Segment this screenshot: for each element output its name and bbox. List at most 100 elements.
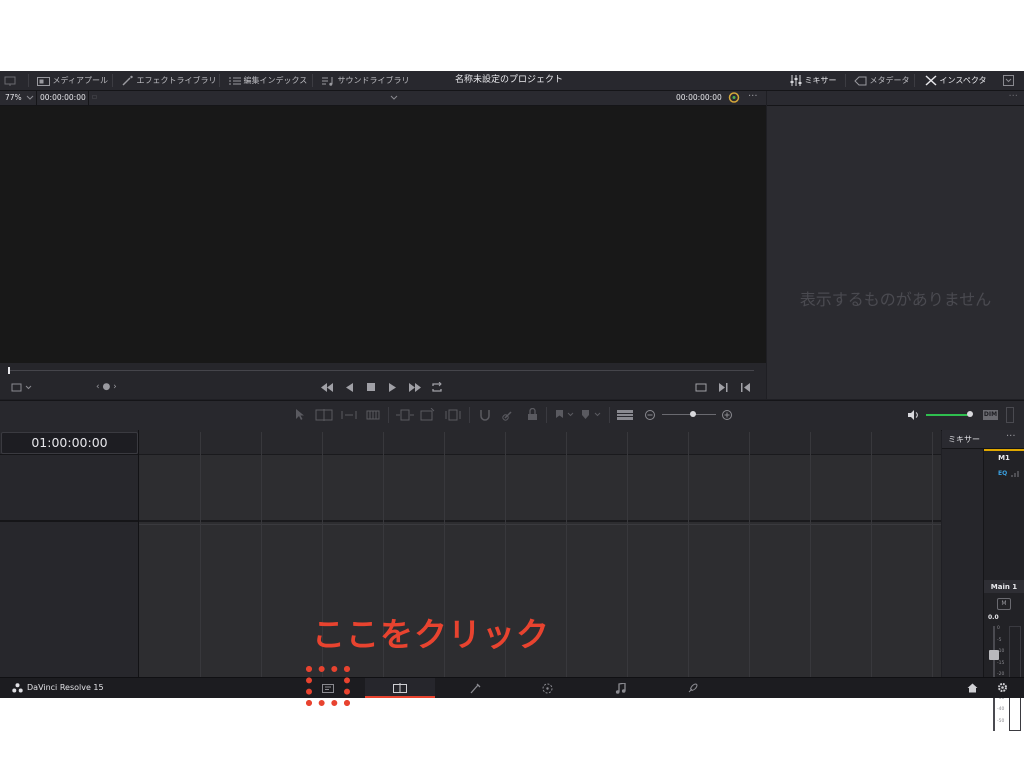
zoom-slider-thumb[interactable] (690, 411, 696, 417)
viewer-options-icon[interactable]: ··· (748, 91, 758, 102)
volume-slider-track[interactable] (926, 414, 970, 416)
viewer-canvas[interactable] (0, 106, 766, 363)
page-edit-button[interactable] (365, 678, 435, 698)
volume-slider-thumb[interactable] (967, 411, 973, 417)
edit-toolbar: DIM (0, 400, 1024, 431)
zoom-select[interactable]: 77% (5, 93, 22, 102)
mixer-button[interactable]: ミキサー (790, 71, 837, 90)
effects-library-label: エフェクトライブラリ (136, 76, 217, 85)
source-timecode: 00:00:00:00 (40, 93, 86, 102)
mixer-options-icon[interactable]: ··· (1006, 431, 1016, 442)
timeline-select-chevron-icon[interactable] (390, 95, 398, 101)
selection-arrow-icon[interactable] (296, 409, 304, 421)
davinci-logo-icon (12, 683, 23, 693)
page-color-button[interactable] (512, 678, 582, 698)
record-timecode: 00:00:00:00 (676, 93, 722, 102)
expand-panel-icon[interactable] (1003, 71, 1014, 90)
gear-icon[interactable] (997, 682, 1008, 693)
meter-scale: 0 -5 -10 -15 -20 -25 -30 -40 -50 (997, 626, 1005, 724)
viewer-toolbar: 77% 00:00:00:00 ▫ 00:00:00:00 ··· (0, 91, 766, 106)
speaker-volume-icon[interactable] (908, 409, 920, 421)
mark-out-icon[interactable] (741, 383, 751, 392)
media-pool-button[interactable]: メディアプール (37, 71, 108, 90)
media-pool-label: メディアプール (52, 76, 108, 85)
mixer-main1: Main 1 (990, 583, 1018, 591)
color-wheel-icon[interactable] (728, 92, 740, 105)
replace-clip-icon[interactable] (444, 409, 462, 421)
inspector-button[interactable]: インスペクタ (925, 71, 987, 90)
jog-control-icon[interactable]: ‹ ● › (96, 382, 117, 392)
home-icon[interactable] (967, 683, 978, 693)
page-deliver-button[interactable] (657, 678, 727, 698)
page-fusion-button[interactable] (440, 678, 510, 698)
page-fairlight-button[interactable] (585, 678, 655, 698)
metadata-button[interactable]: メタデータ (854, 71, 910, 90)
edit-index-button[interactable]: 編集インデックス (229, 71, 307, 90)
timeline-ruler[interactable] (139, 430, 941, 455)
mixer-channel-m1: M1 (998, 454, 1010, 462)
jump-to-end-icon[interactable] (409, 383, 423, 392)
magic-wand-icon (122, 75, 133, 86)
insert-clip-icon[interactable] (396, 409, 414, 421)
mixer-panel: ミキサー ··· M1 EQ Main 1 M 0.0 0 -5 -10 -15… (942, 430, 1024, 731)
edit-page-icon (393, 683, 407, 693)
snapping-magnet-icon[interactable] (479, 409, 491, 421)
zoom-in-icon[interactable] (721, 409, 733, 421)
eq-curve-icon (1011, 471, 1019, 477)
click-here-annotation: ここをクリック (312, 615, 550, 654)
zoom-out-icon[interactable] (644, 409, 656, 421)
position-lock-icon[interactable] (527, 408, 538, 421)
list-icon (229, 77, 241, 84)
marker-dot-icon[interactable]: ▫ (92, 92, 97, 101)
inspector-options-icon[interactable]: ··· (1008, 91, 1018, 102)
stop-icon[interactable] (367, 383, 376, 392)
app-name: DaVinci Resolve 15 (27, 683, 104, 692)
audio-meter-mini (1006, 407, 1014, 423)
trim-edit-icon[interactable] (315, 409, 333, 421)
davinci-resolve-window: メディアプール エフェクトライブラリ 編集インデックス サウンドライブラリ 名称… (0, 71, 1024, 731)
mark-in-icon[interactable] (719, 383, 729, 392)
sound-library-button[interactable]: サウンドライブラリ (322, 71, 410, 90)
sound-library-icon (322, 76, 333, 86)
sound-library-label: サウンドライブラリ (337, 76, 410, 85)
effects-library-button[interactable]: エフェクトライブラリ (122, 71, 217, 90)
mute-button[interactable]: M (997, 598, 1011, 610)
top-toolbar: メディアプール エフェクトライブラリ 編集インデックス サウンドライブラリ 名称… (0, 71, 1024, 91)
marker-dropdown-icon[interactable] (581, 409, 603, 421)
viewer-mode-icon[interactable] (11, 383, 33, 393)
mixer-channel-accent (984, 449, 1024, 451)
inspector-panel: 表示するものがありません (767, 106, 1024, 399)
zoom-chevron-down-icon[interactable] (26, 95, 34, 101)
rocket-icon (688, 683, 698, 693)
zoom-slider-track[interactable] (662, 414, 716, 415)
loop-icon[interactable] (431, 382, 443, 393)
scrubber-track[interactable] (8, 370, 754, 371)
mixer-title: ミキサー (948, 435, 980, 444)
mixer-sliders-icon (790, 75, 802, 86)
workspace-toggle-icon[interactable] (4, 71, 16, 90)
inspector-tools-icon (925, 75, 937, 86)
jump-to-start-icon[interactable] (320, 383, 334, 392)
timeline-track-headers: 01:00:00:00 (0, 430, 138, 677)
play-icon[interactable] (389, 383, 397, 392)
level-readout: 0.0 (988, 614, 999, 621)
blade-edit-icon[interactable] (366, 410, 380, 420)
linked-selection-icon[interactable] (502, 409, 515, 421)
dim-button[interactable]: DIM (983, 410, 998, 420)
fusion-page-icon (470, 683, 481, 694)
metadata-label: メタデータ (869, 76, 910, 85)
timeline-timecode[interactable]: 01:00:00:00 (1, 432, 138, 454)
playhead[interactable] (8, 367, 10, 374)
timeline-view-options-icon[interactable] (617, 410, 633, 420)
reverse-play-icon[interactable] (346, 383, 354, 392)
inspector-empty-message: 表示するものがありません (799, 290, 992, 309)
active-page-underline (365, 696, 435, 698)
eq-button[interactable]: EQ (998, 470, 1007, 477)
dynamic-trim-icon[interactable] (340, 409, 358, 421)
flag-dropdown-icon[interactable] (555, 409, 575, 421)
match-frame-icon[interactable] (695, 383, 707, 392)
tag-icon (854, 76, 867, 85)
overwrite-clip-icon[interactable] (420, 408, 436, 421)
page-navigation-bar: DaVinci Resolve 15 (0, 677, 1024, 698)
color-page-icon (542, 683, 552, 694)
